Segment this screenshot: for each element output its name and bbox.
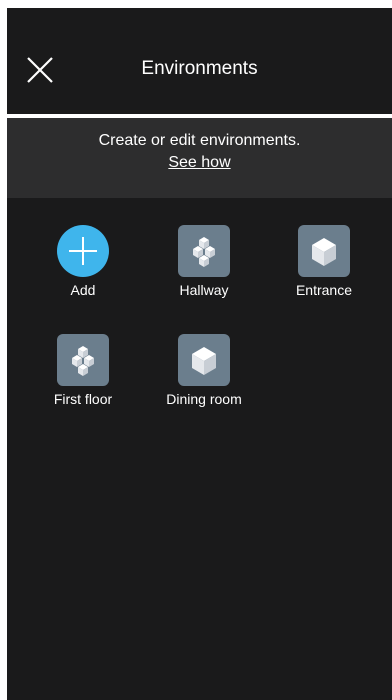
cube-icon (192, 347, 216, 375)
multi-cube-icon (193, 237, 215, 267)
multi-cube-icon (72, 346, 94, 376)
environment-label: Add (70, 282, 96, 298)
environment-first-floor[interactable]: First floor (33, 334, 133, 414)
environment-entrance[interactable]: Entrance (274, 225, 374, 305)
environment-label: First floor (53, 391, 113, 407)
environment-icon-tile (178, 225, 230, 277)
environment-icon-tile (57, 334, 109, 386)
see-how-link[interactable]: See how (168, 154, 230, 171)
plus-icon (69, 237, 97, 265)
header: Environments (7, 8, 392, 114)
environment-icon-tile (178, 334, 230, 386)
environment-hallway[interactable]: Hallway (154, 225, 254, 305)
add-icon-circle (57, 225, 109, 277)
cube-icon (312, 238, 336, 266)
environment-label: Dining room (166, 391, 242, 407)
banner-text: Create or edit environments. (98, 132, 301, 149)
environment-icon-tile (298, 225, 350, 277)
page-title: Environments (141, 58, 258, 79)
environment-label: Hallway (179, 282, 229, 298)
screen: Environments Create or edit environments… (7, 8, 392, 700)
info-banner: Create or edit environments. See how (7, 118, 392, 198)
environment-dining-room[interactable]: Dining room (154, 334, 254, 414)
add-environment-button[interactable]: Add (33, 225, 133, 305)
environment-label: Entrance (295, 282, 353, 298)
